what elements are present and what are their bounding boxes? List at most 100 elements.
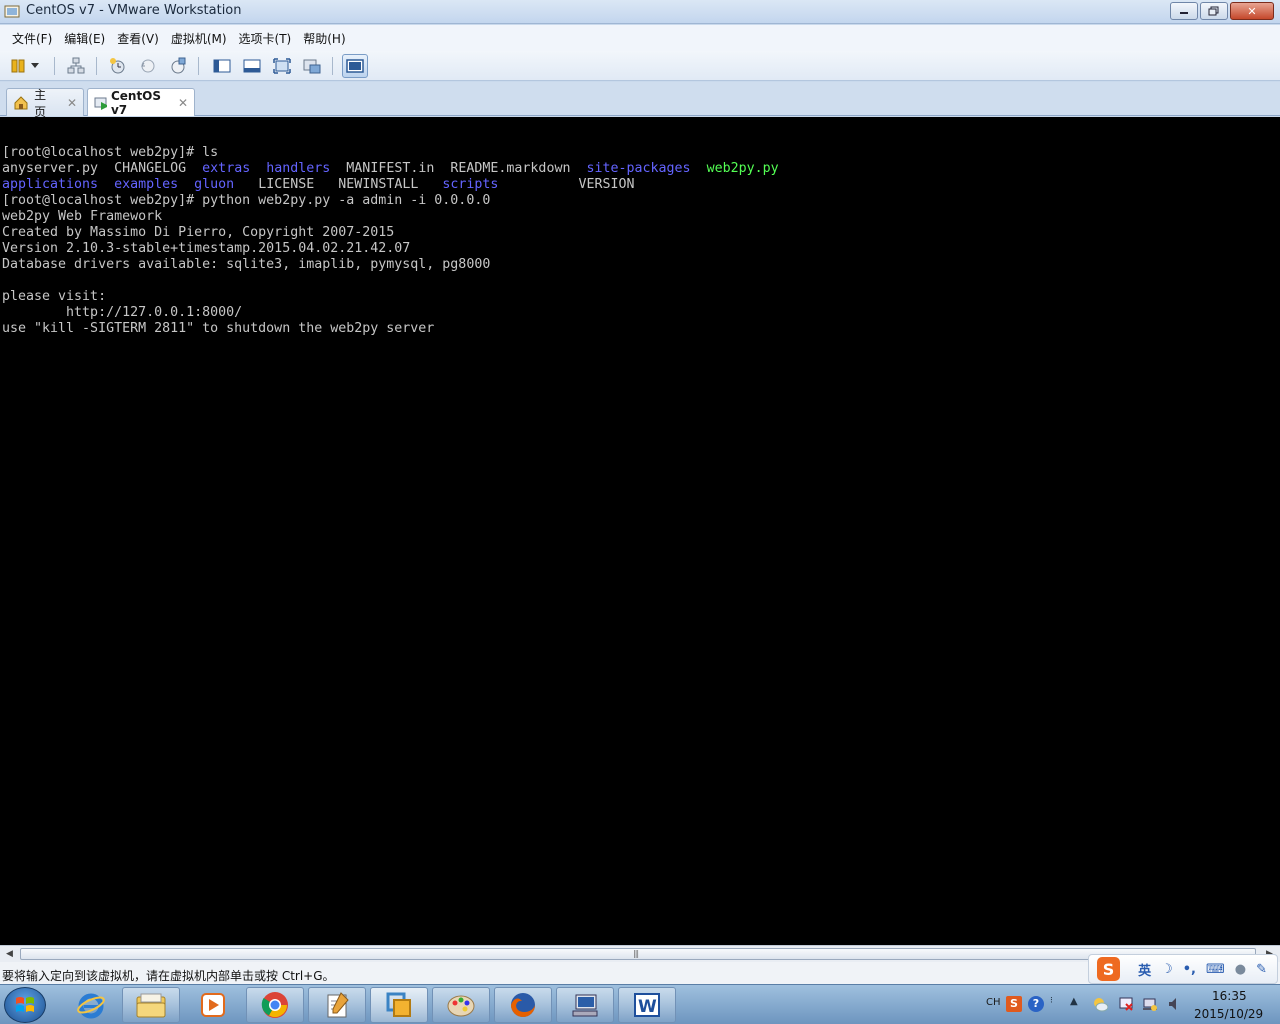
show-thumbnail-bar-button[interactable]	[242, 56, 262, 76]
action-center-icon[interactable]	[1118, 996, 1134, 1012]
taskbar-paint[interactable]	[432, 987, 490, 1023]
scroll-left-button[interactable]: ◀	[1, 947, 18, 961]
folder-icon	[136, 993, 166, 1018]
tab-home[interactable]: 主页 ✕	[6, 88, 84, 119]
taskbar-media[interactable]	[184, 987, 242, 1023]
ls-site-packages: site-packages	[586, 161, 691, 176]
snapshot-manager-button[interactable]	[168, 56, 188, 76]
full-screen-button[interactable]	[272, 56, 292, 76]
console-view-icon	[346, 59, 364, 73]
snapshot-icon	[110, 58, 125, 74]
wrench-icon[interactable]: ✎	[1256, 962, 1267, 977]
word-icon: W	[634, 993, 660, 1017]
sogou-logo-icon[interactable]: S	[1097, 957, 1121, 981]
vmware-app-icon	[4, 5, 20, 18]
minimize-icon	[1180, 12, 1188, 14]
ls-scripts: scripts	[442, 177, 499, 192]
notepad-icon	[327, 992, 349, 1018]
tab-home-close-icon[interactable]: ✕	[67, 96, 77, 110]
menu-vm[interactable]: 虚拟机(M)	[165, 30, 233, 47]
console-view-button[interactable]	[342, 54, 368, 78]
keyboard-icon[interactable]: ⌨	[1206, 962, 1225, 977]
vm-console[interactable]: [root@localhost web2py]# ls anyserver.py…	[0, 117, 1280, 945]
menu-edit[interactable]: 编辑(E)	[58, 30, 111, 47]
chrome-icon	[261, 992, 288, 1018]
minimize-button[interactable]	[1170, 2, 1198, 20]
weather-tray-icon[interactable]	[1092, 996, 1109, 1012]
revert-icon	[141, 59, 155, 73]
firefox-icon	[511, 993, 535, 1017]
menu-bar: 文件(F) 编辑(E) 查看(V) 虚拟机(M) 选项卡(T) 帮助(H)	[0, 25, 1280, 51]
menu-tabs[interactable]: 选项卡(T)	[233, 30, 298, 47]
ls-web2py: web2py.py	[706, 161, 779, 176]
ime-toolbar: S 英 ☽ •, ⌨ ● ✎	[1088, 954, 1278, 984]
close-icon: ✕	[1247, 4, 1257, 18]
snapshot-manager-icon	[171, 57, 186, 74]
terminal-line: web2py Web Framework	[2, 209, 163, 224]
snapshot-button[interactable]	[108, 56, 128, 76]
show-hidden-icons-icon[interactable]: ▲	[1070, 996, 1086, 1012]
ls-extras: extras	[202, 161, 251, 176]
sogou-tray-icon[interactable]: S	[1006, 996, 1022, 1012]
punctuation-icon[interactable]: •,	[1183, 962, 1196, 977]
tray-language[interactable]: CH	[986, 997, 1001, 1008]
send-ctrl-alt-del-button[interactable]	[66, 56, 86, 76]
ls-license: LICENSE	[258, 177, 315, 192]
menu-file[interactable]: 文件(F)	[6, 30, 58, 47]
power-dropdown[interactable]	[28, 56, 42, 76]
revert-snapshot-button[interactable]	[138, 56, 158, 76]
windows-logo-icon	[16, 997, 34, 1012]
terminal-line: [root@localhost web2py]# ls	[2, 145, 219, 160]
help-tray-icon[interactable]: ?	[1028, 996, 1044, 1012]
user-icon[interactable]: ●	[1235, 962, 1246, 977]
taskbar-ie[interactable]	[62, 987, 120, 1023]
internet-explorer-icon	[77, 993, 105, 1019]
taskbar-firefox[interactable]	[494, 987, 552, 1023]
unity-button[interactable]	[302, 56, 322, 76]
terminal-output: [root@localhost web2py]# ls anyserver.py…	[2, 145, 779, 337]
taskbar-explorer[interactable]	[122, 987, 180, 1023]
title-bar: CentOS v7 - VMware Workstation ✕	[0, 0, 1280, 24]
chevron-down-icon	[31, 63, 39, 68]
thumbnail-bar-icon	[243, 59, 261, 73]
restore-button[interactable]	[1200, 2, 1228, 20]
toolbar	[0, 51, 1280, 81]
terminal-line: Database drivers available: sqlite3, ima…	[2, 257, 491, 272]
clock-date[interactable]: 2015/10/29	[1194, 1007, 1263, 1021]
svg-text:W: W	[638, 997, 657, 1017]
ls-anyserver: anyserver.py	[2, 161, 99, 176]
vm-running-icon	[94, 97, 107, 110]
window-title: CentOS v7 - VMware Workstation	[26, 3, 242, 18]
tab-home-label: 主页	[34, 87, 47, 119]
taskbar-vmware[interactable]	[370, 987, 428, 1023]
moon-icon[interactable]: ☽	[1161, 962, 1173, 977]
terminal-line: use "kill -SIGTERM 2811" to shutdown the…	[2, 321, 435, 336]
ime-options-tray-icon[interactable]: ⁝	[1050, 996, 1066, 1012]
taskbar: W CH S ? ⁝ ▲ 16:35 2015/10/29	[0, 984, 1280, 1024]
taskbar-network-tool[interactable]	[556, 987, 614, 1023]
pause-button[interactable]	[8, 56, 28, 76]
taskbar-notepad[interactable]	[308, 987, 366, 1023]
network-tray-icon[interactable]	[1142, 996, 1158, 1012]
ls-handlers: handlers	[266, 161, 331, 176]
taskbar-chrome[interactable]	[246, 987, 304, 1023]
start-button[interactable]	[4, 987, 46, 1023]
close-button[interactable]: ✕	[1230, 2, 1274, 20]
menu-view[interactable]: 查看(V)	[111, 30, 165, 47]
ls-applications: applications	[2, 177, 99, 192]
clock-time[interactable]: 16:35	[1212, 989, 1247, 1003]
ls-changelog: CHANGELOG	[114, 161, 187, 176]
paint-palette-icon	[447, 995, 475, 1017]
volume-tray-icon[interactable]	[1166, 996, 1182, 1012]
taskbar-word[interactable]: W	[618, 987, 676, 1023]
ime-language-toggle[interactable]: 英	[1138, 960, 1151, 979]
media-player-icon	[201, 993, 225, 1017]
tab-centos[interactable]: CentOS v7 ✕	[87, 88, 195, 117]
tab-centos-close-icon[interactable]: ✕	[178, 96, 188, 110]
terminal-line: Created by Massimo Di Pierro, Copyright …	[2, 225, 395, 240]
ls-manifest: MANIFEST.in	[346, 161, 435, 176]
unity-icon	[303, 59, 321, 74]
full-screen-icon	[273, 58, 291, 74]
show-library-button[interactable]	[212, 56, 232, 76]
menu-help[interactable]: 帮助(H)	[297, 30, 351, 47]
